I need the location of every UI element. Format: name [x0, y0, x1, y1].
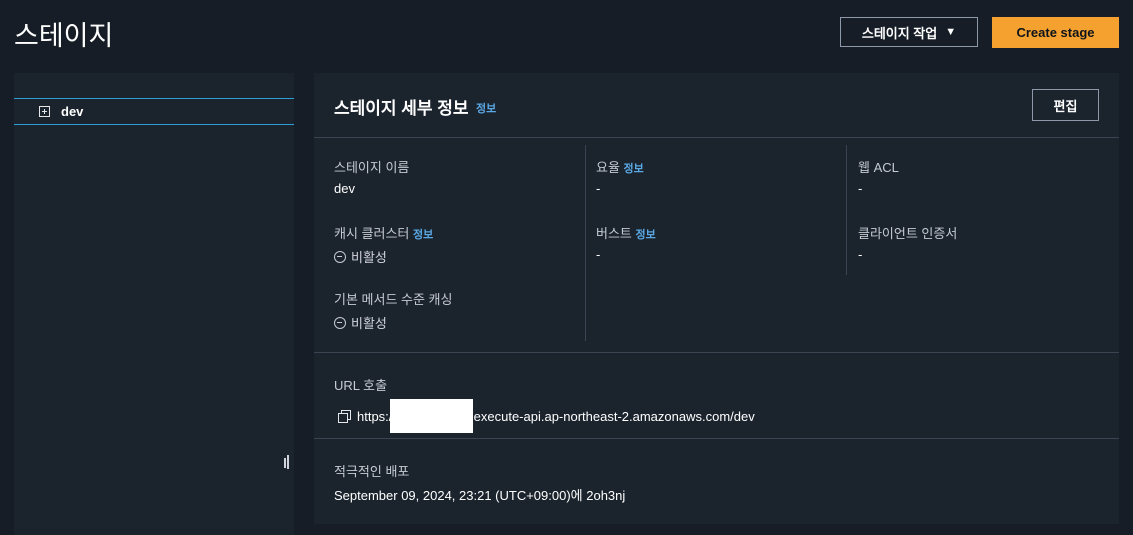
invoke-url: https:// .execute-api.ap-northeast-2.ama… [338, 399, 755, 433]
redacted-area [390, 399, 474, 433]
copy-icon[interactable] [338, 409, 351, 423]
active-deployment-value: September 09, 2024, 23:21 (UTC+09:00)에 2… [334, 488, 626, 503]
cache-cluster-value: 비활성 [351, 250, 387, 265]
cache-cluster-status: 비활성 [334, 247, 387, 266]
burst-label-text: 버스트 [596, 226, 632, 241]
stage-name-label: 스테이지 이름 [334, 160, 410, 175]
details-header: 스테이지 세부 정보 정보 편집 [314, 73, 1119, 138]
stage-details-panel: 스테이지 세부 정보 정보 편집 스테이지 이름 dev 캐시 클러스터 정보 … [314, 73, 1119, 524]
tree-item-label: dev [61, 104, 84, 119]
default-method-cache-label: 기본 메서드 수준 캐싱 [334, 292, 453, 307]
rate-label: 요율 정보 [596, 157, 644, 176]
invoke-url-suffix: .execute-api.ap-northeast-2.amazonaws.co… [470, 408, 755, 424]
invoke-url-label: URL 호출 [334, 378, 388, 393]
page-title: 스테이지 [14, 21, 114, 51]
details-title: 스테이지 세부 정보 [334, 99, 469, 118]
panel-resize-handle[interactable] [284, 455, 290, 469]
info-link[interactable]: 정보 [636, 229, 656, 241]
stage-tree-panel: dev [14, 73, 294, 535]
cache-cluster-label: 캐시 클러스터 정보 [334, 223, 433, 242]
edit-button[interactable]: 편집 [1032, 89, 1099, 121]
stage-name-value: dev [334, 181, 355, 196]
default-method-cache-status: 비활성 [334, 313, 387, 332]
client-cert-value: - [858, 247, 863, 262]
info-link[interactable]: 정보 [413, 229, 433, 241]
stage-actions-label: 스테이지 작업 [861, 25, 938, 41]
rate-value: - [596, 181, 601, 196]
section-divider [314, 438, 1119, 439]
burst-label: 버스트 정보 [596, 223, 656, 242]
section-divider [314, 352, 1119, 353]
stage-actions-button[interactable]: 스테이지 작업 ▼ [840, 17, 978, 47]
caret-down-icon: ▼ [945, 26, 957, 38]
web-acl-value: - [858, 181, 863, 196]
disabled-status-icon [334, 250, 346, 263]
burst-value: - [596, 247, 601, 262]
cache-cluster-label-text: 캐시 클러스터 [334, 226, 410, 241]
column-divider [585, 145, 586, 341]
disabled-status-icon [334, 316, 346, 329]
active-deployment-label: 적극적인 배포 [334, 464, 410, 479]
info-link[interactable]: 정보 [476, 100, 496, 116]
create-stage-button[interactable]: Create stage [992, 17, 1119, 48]
web-acl-label: 웹 ACL [858, 160, 899, 175]
client-cert-label: 클라이언트 인증서 [858, 226, 958, 241]
tree-item-dev[interactable]: dev [14, 98, 294, 125]
expand-icon[interactable] [39, 106, 50, 117]
rate-label-text: 요율 [596, 160, 620, 175]
default-method-cache-value: 비활성 [351, 316, 387, 331]
info-link[interactable]: 정보 [624, 163, 644, 175]
column-divider [846, 145, 847, 275]
